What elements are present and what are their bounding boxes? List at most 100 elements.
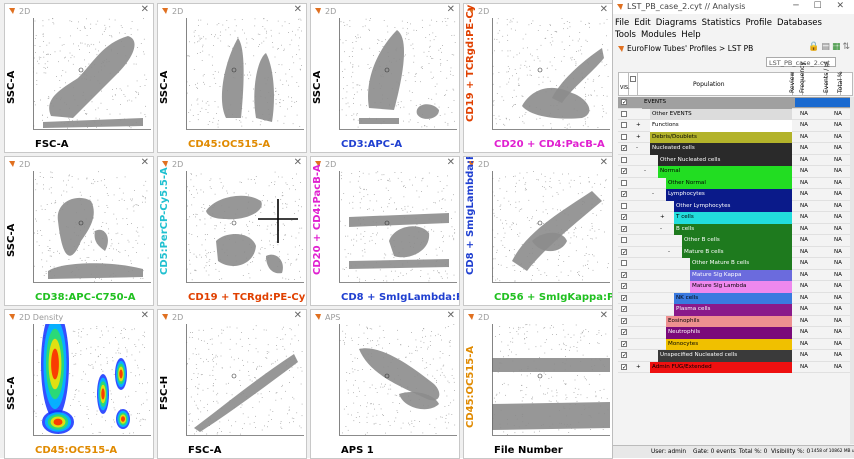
vertical-scrollbar[interactable]: [850, 97, 854, 444]
close-icon[interactable]: ✕: [294, 5, 302, 15]
visibility-checkbox[interactable]: ✓: [621, 306, 627, 313]
population-label[interactable]: Lymphocytes: [666, 189, 792, 201]
menu-file[interactable]: File: [615, 17, 629, 29]
scatter-area[interactable]: [492, 171, 610, 283]
visibility-checkbox[interactable]: [621, 110, 627, 117]
population-row[interactable]: ✓ NK cells NA NA: [618, 292, 853, 304]
visibility-checkbox[interactable]: [621, 202, 627, 209]
scatter-area[interactable]: [186, 18, 304, 130]
tree-toggle-icon[interactable]: +: [660, 212, 668, 224]
close-icon[interactable]: ✕: [141, 311, 149, 321]
y-axis-label[interactable]: CD45:OC515-A: [465, 346, 476, 428]
population-label[interactable]: Other Mature B cells: [690, 258, 792, 270]
population-label[interactable]: Other Normal: [666, 177, 792, 189]
x-axis-label[interactable]: CD45:OC515-A: [35, 445, 117, 456]
population-label[interactable]: Other Lymphocytes: [674, 200, 792, 212]
menu-statistics[interactable]: Statistics: [702, 17, 741, 29]
population-label[interactable]: EVENTS: [642, 97, 792, 109]
population-header[interactable]: Population: [638, 73, 793, 95]
population-row[interactable]: ✓ - B cells NA NA: [618, 223, 853, 236]
y-axis-label[interactable]: CD20 + CD4:PacB-A: [312, 164, 323, 275]
scatter-area[interactable]: [33, 18, 151, 130]
breadcrumb-profiles[interactable]: EuroFlow Tubes' Profiles: [627, 44, 717, 53]
visibility-checkbox[interactable]: ✓: [621, 294, 627, 301]
population-row[interactable]: Other Normal NA NA: [618, 177, 853, 189]
visibility-checkbox[interactable]: ✓: [621, 168, 627, 175]
x-axis-label[interactable]: CD45:OC515-A: [188, 139, 270, 150]
population-label[interactable]: Monocytes: [666, 338, 792, 350]
population-row[interactable]: ✓ + Admin FUG/Extended NA NA: [618, 361, 853, 373]
visibility-checkbox[interactable]: ✓: [621, 283, 627, 290]
tree-toggle-icon[interactable]: +: [636, 120, 644, 132]
population-label[interactable]: Eosinophils: [666, 315, 792, 327]
visibility-checkbox[interactable]: ✓: [621, 329, 627, 336]
menu-diagrams[interactable]: Diagrams: [656, 17, 697, 29]
x-axis-label[interactable]: CD19 + TCRgd:PE-Cy7-A: [188, 292, 306, 303]
x-axis-label[interactable]: FSC-A: [35, 139, 69, 150]
population-row[interactable]: ✓ Neutrophils NA NA: [618, 327, 853, 339]
menu-help[interactable]: Help: [681, 29, 700, 41]
population-label[interactable]: Nucleated cells: [650, 143, 792, 155]
population-label[interactable]: T cells: [674, 212, 792, 224]
population-label[interactable]: Neutrophils: [666, 327, 792, 339]
visibility-checkbox[interactable]: [621, 133, 627, 140]
visibility-checkbox[interactable]: ✓: [621, 225, 627, 232]
tree-toggle-icon[interactable]: -: [660, 224, 668, 236]
visibility-checkbox[interactable]: [621, 179, 627, 186]
y-axis-label[interactable]: FSC-H: [159, 376, 170, 410]
plot-6[interactable]: 2D ✕ CD19 + TCRgd:PE-Cy7-A CD5:PerCP-Cy5.5-…: [157, 156, 307, 306]
tree-toggle-icon[interactable]: +: [636, 132, 644, 144]
visibility-checkbox[interactable]: ✓: [621, 363, 627, 370]
scatter-area[interactable]: [339, 18, 457, 130]
visibility-checkbox[interactable]: ✓: [621, 317, 627, 324]
tree-toggle-icon[interactable]: -: [668, 247, 676, 259]
close-icon[interactable]: ✕: [600, 311, 608, 321]
population-label[interactable]: Mature SIg Lambda: [690, 281, 792, 293]
population-label[interactable]: Other Nucleated cells: [658, 154, 792, 166]
visibility-checkbox[interactable]: [621, 237, 627, 243]
close-icon[interactable]: ✕: [447, 5, 455, 15]
population-row[interactable]: ✓ EVENTS: [618, 97, 853, 109]
population-label[interactable]: NK cells: [674, 292, 792, 304]
population-row[interactable]: Other Lymphocytes NA NA: [618, 200, 853, 212]
check-header[interactable]: [629, 73, 638, 95]
population-label[interactable]: Normal: [658, 166, 792, 178]
y-axis-label[interactable]: CD5:PerCP-Cy5.5-A: [159, 167, 170, 275]
y-axis-label[interactable]: CD19 + TCRgd:PE-Cy7: [465, 4, 476, 122]
tree-toggle-icon[interactable]: -: [652, 189, 660, 201]
population-label[interactable]: Other EVENTS: [650, 108, 792, 120]
scatter-area[interactable]: [186, 324, 304, 436]
x-axis-label[interactable]: CD56 + SmIgKappa:PE-: [494, 292, 612, 303]
close-icon[interactable]: ✕: [447, 158, 455, 168]
population-row[interactable]: ✓ Monocytes NA NA: [618, 338, 853, 350]
population-row[interactable]: ✓ Plasma cells NA NA: [618, 304, 853, 316]
population-label[interactable]: Plasma cells: [674, 304, 792, 316]
plot-10[interactable]: 2D ✕ FSC-A FSC-H: [157, 309, 307, 459]
menu-modules[interactable]: Modules: [641, 29, 676, 41]
visibility-checkbox[interactable]: ✓: [621, 248, 627, 255]
visibility-checkbox[interactable]: [621, 260, 627, 266]
y-axis-label[interactable]: SSC-A: [6, 71, 17, 104]
plot-8[interactable]: 2D ✕ CD56 + SmIgKappa:PE- CD8 + SmIgLambda:…: [463, 156, 613, 306]
y-axis-label[interactable]: SSC-A: [159, 71, 170, 104]
population-row[interactable]: ✓ Eosinophils NA NA: [618, 315, 853, 327]
population-label[interactable]: Other B cells: [682, 235, 792, 247]
scatter-area[interactable]: [33, 171, 151, 283]
lock-icon[interactable]: 🔒: [808, 42, 821, 52]
y-axis-label[interactable]: CD8 + SmIgLambda:F: [465, 157, 476, 275]
y-axis-label[interactable]: SSC-A: [6, 224, 17, 257]
scatter-area[interactable]: [33, 324, 151, 436]
close-icon[interactable]: ✕: [600, 158, 608, 168]
population-row[interactable]: ✓ - Mature B cells NA NA: [618, 246, 853, 259]
population-label[interactable]: Functions: [650, 120, 792, 132]
menu-profile[interactable]: Profile: [746, 17, 772, 29]
x-axis-label[interactable]: FSC-A: [188, 445, 222, 456]
menu-edit[interactable]: Edit: [634, 17, 650, 29]
population-row[interactable]: Other Nucleated cells NA NA: [618, 154, 853, 166]
population-row[interactable]: ✓ Mature SIg Lambda NA NA: [618, 281, 853, 293]
visibility-checkbox[interactable]: ✓: [621, 145, 627, 152]
tree-toggle-icon[interactable]: -: [644, 166, 652, 178]
population-row[interactable]: ✓ + T cells NA NA: [618, 212, 853, 224]
population-row[interactable]: ✓ Mature SIg Kappa NA NA: [618, 269, 853, 281]
x-axis-label[interactable]: CD8 + SmIgLambda:FIT: [341, 292, 459, 303]
